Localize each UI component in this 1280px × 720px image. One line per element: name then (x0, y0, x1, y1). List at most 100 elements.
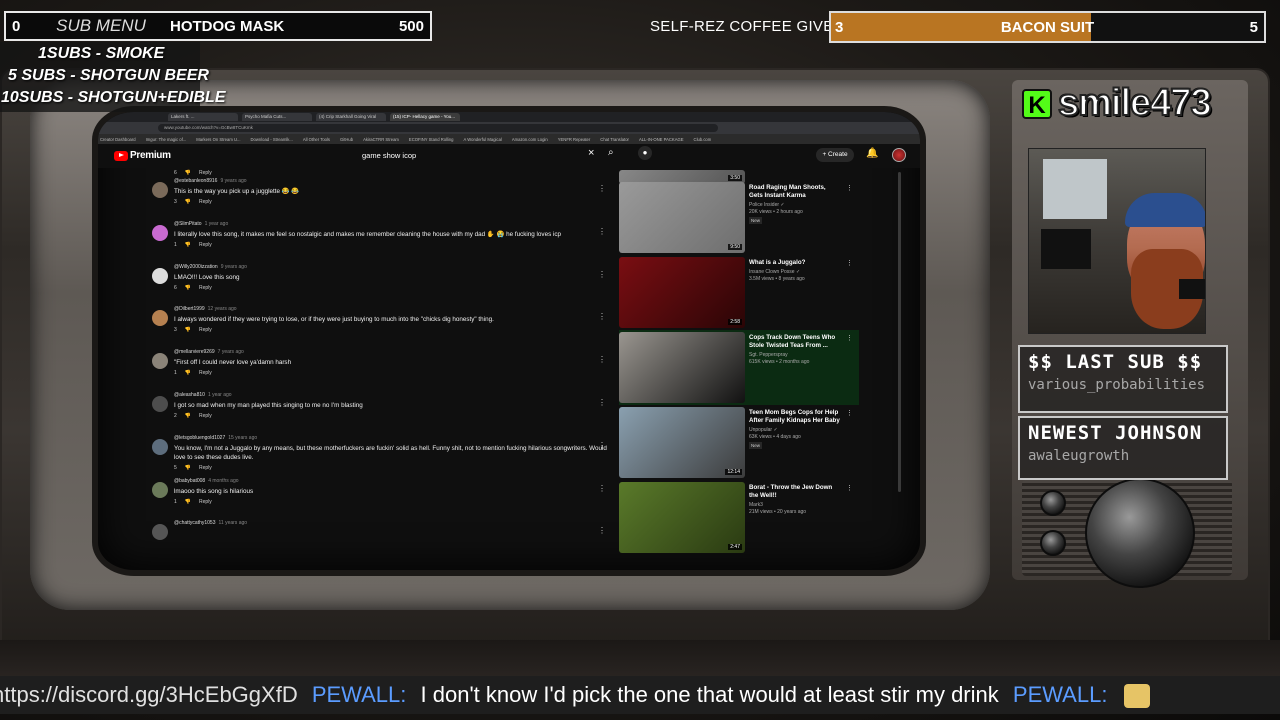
more-vert-icon[interactable]: ⋮ (846, 334, 853, 342)
reply-button[interactable]: Reply (199, 370, 212, 376)
commenter-avatar[interactable] (152, 481, 168, 498)
dislike-icon[interactable]: 👎 (185, 327, 191, 333)
dislike-icon[interactable]: 👎 (185, 499, 191, 505)
commenter-avatar[interactable] (152, 267, 168, 284)
browser-tab[interactable]: Lakers ft. ... (168, 113, 238, 121)
dislike-icon[interactable]: 👎 (185, 199, 191, 205)
recommended-video[interactable]: 9:50 Road Raging Man Shoots, Gets Instant… (619, 180, 859, 255)
bookmark-item[interactable]: AkiraCTRR Stream (363, 137, 399, 142)
recommended-video[interactable]: 2:58 What is a Juggalo? Insane Clown Posse… (619, 255, 859, 330)
bookmark-item[interactable]: Download - Streamlk... (251, 137, 293, 142)
video-thumbnail[interactable]: 12:14 (619, 407, 745, 478)
video-thumbnail[interactable]: 9:50 (619, 182, 745, 253)
dislike-icon[interactable]: 👎 (185, 285, 191, 291)
account-avatar[interactable] (892, 148, 906, 162)
bookmark-item[interactable]: All Other Tools (303, 137, 330, 142)
recommended-video[interactable]: 12:14 Teen Mom Begs Cops for Help After F… (619, 405, 859, 480)
more-vert-icon[interactable]: ⋮ (598, 312, 606, 321)
video-title[interactable]: Borat - Throw the Jew Down the Well!! (749, 484, 841, 500)
more-vert-icon[interactable]: ⋮ (846, 484, 853, 492)
commenter-handle[interactable]: @SlimPitato (174, 221, 202, 227)
bookmark-item[interactable]: Amazon.com Login (512, 137, 548, 142)
more-vert-icon[interactable]: ⋮ (846, 259, 853, 267)
youtube-logo[interactable]: Premium (114, 150, 171, 161)
video-title[interactable]: Road Raging Man Shoots, Gets Instant Kar… (749, 184, 841, 200)
bookmark-item[interactable]: ECOFINY Stand Rolling (409, 137, 454, 142)
address-bar[interactable]: www.youtube.com/watch?v=GcBw8TCuKmk (158, 124, 718, 132)
more-vert-icon[interactable]: ⋮ (598, 355, 606, 364)
search-icon[interactable]: ⌕ (608, 147, 614, 158)
recommended-video[interactable]: 3:50 (619, 168, 859, 184)
browser-tab[interactable]: Psycho Mafia Cuts... (242, 113, 312, 121)
like-count[interactable]: 3 (174, 199, 177, 205)
bookmark-item[interactable]: Markers On Stream U... (196, 137, 240, 142)
recommended-video[interactable]: 2:47 Borat - Throw the Jew Down the Well!… (619, 480, 859, 555)
reply-button[interactable]: Reply (199, 242, 212, 248)
commenter-avatar[interactable] (152, 353, 168, 370)
commenter-avatar[interactable] (152, 310, 168, 327)
scrollbar[interactable] (898, 172, 901, 492)
bookmark-item[interactable]: Imgur: The magic of... (146, 137, 187, 142)
channel-name[interactable]: Sgt. Pepperspray (749, 352, 841, 358)
bookmark-item[interactable]: Club.com (694, 137, 712, 142)
browser-tab[interactable]: (4) Crip Starkhall Going Viral (316, 113, 386, 121)
like-count[interactable]: 6 (174, 285, 177, 291)
channel-name[interactable]: Police Insider ✓ (749, 202, 841, 208)
commenter-handle[interactable]: @mellarviere9269 (174, 349, 215, 355)
commenter-handle[interactable]: @estebanleon8916 (174, 178, 217, 184)
channel-name[interactable]: Unpopular ✓ (749, 427, 841, 433)
like-count[interactable]: 2 (174, 413, 177, 419)
commenter-avatar[interactable] (152, 438, 168, 455)
like-count[interactable]: 1 (174, 242, 177, 248)
reply-button[interactable]: Reply (199, 199, 212, 205)
like-count[interactable]: 3 (174, 327, 177, 333)
commenter-avatar[interactable] (152, 224, 168, 241)
video-title[interactable]: Teen Mom Begs Cops for Help After Family… (749, 409, 841, 425)
video-thumbnail[interactable]: 2:47 (619, 482, 745, 553)
commenter-handle[interactable]: @Willy2000izzation (174, 264, 218, 270)
bookmark-item[interactable]: Chat Translator (600, 137, 629, 142)
recommended-video[interactable]: Cops Track Down Teens Who Stole Twisted … (619, 330, 859, 405)
reply-button[interactable]: Reply (199, 327, 212, 333)
more-vert-icon[interactable]: ⋮ (846, 184, 853, 192)
browser-tab[interactable]: (15) ICP- Hellacy game - You... (390, 113, 460, 121)
commenter-avatar[interactable] (152, 524, 168, 541)
microphone-icon[interactable]: ● (638, 146, 652, 160)
like-count[interactable]: 1 (174, 499, 177, 505)
more-vert-icon[interactable]: ⋮ (598, 270, 606, 279)
commenter-handle[interactable]: @Dilbert1999 (174, 306, 205, 312)
dislike-icon[interactable]: 👎 (185, 370, 191, 376)
video-title[interactable]: Cops Track Down Teens Who Stole Twisted … (749, 334, 841, 350)
channel-name[interactable]: Insane Clown Posse ✓ (749, 269, 841, 275)
more-vert-icon[interactable]: ⋮ (598, 398, 606, 407)
reply-button[interactable]: Reply (199, 285, 212, 291)
bookmark-item[interactable]: GitHub (340, 137, 353, 142)
commenter-avatar[interactable] (152, 182, 168, 198)
reply-button[interactable]: Reply (199, 413, 212, 419)
bell-icon[interactable]: 🔔 (866, 148, 878, 159)
more-vert-icon[interactable]: ⋮ (598, 227, 606, 236)
more-vert-icon[interactable]: ⋮ (598, 184, 606, 193)
video-title[interactable]: What is a Juggalo? (749, 259, 841, 267)
commenter-handle[interactable]: @aleasha810 (174, 392, 205, 398)
channel-name[interactable]: Mark3 (749, 502, 841, 508)
more-vert-icon[interactable]: ⋮ (598, 484, 606, 493)
close-icon[interactable]: × (588, 147, 594, 159)
commenter-handle[interactable]: @chattycathy1053 (174, 520, 216, 526)
dislike-icon[interactable]: 👎 (185, 413, 191, 419)
bookmark-item[interactable]: ALL-IN-ONE PACKAGE (639, 137, 684, 142)
more-vert-icon[interactable]: ⋮ (846, 409, 853, 417)
like-count[interactable]: 1 (174, 370, 177, 376)
bookmark-item[interactable]: YENFR Repeater (558, 137, 591, 142)
commenter-handle[interactable]: @babybat008 (174, 478, 205, 484)
commenter-avatar[interactable] (152, 395, 168, 412)
video-thumbnail[interactable] (619, 332, 745, 403)
search-input[interactable]: game show icop (354, 148, 602, 164)
bookmark-item[interactable]: A Wonderful Magical (464, 137, 502, 142)
more-vert-icon[interactable]: ⋮ (598, 526, 606, 535)
dislike-icon[interactable]: 👎 (185, 242, 191, 248)
create-button[interactable]: + Create (816, 148, 854, 162)
more-vert-icon[interactable]: ⋮ (598, 441, 606, 450)
video-thumbnail[interactable]: 2:58 (619, 257, 745, 328)
commenter-handle[interactable]: @letsgobluengold1027 (174, 435, 225, 441)
